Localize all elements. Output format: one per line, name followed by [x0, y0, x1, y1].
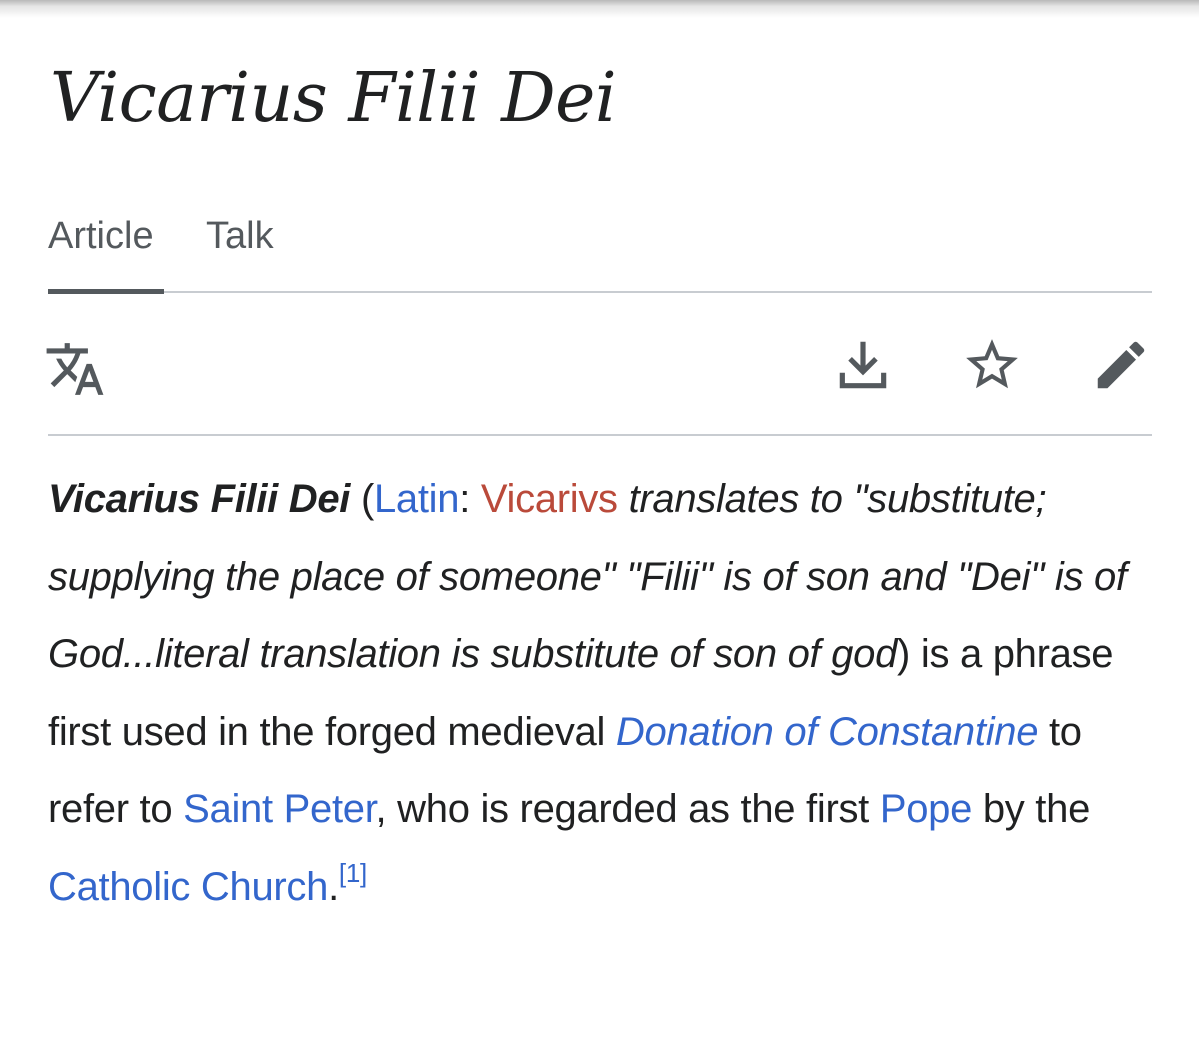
link-saint-peter[interactable]: Saint Peter — [183, 787, 376, 831]
lead-text-period: . — [328, 864, 339, 909]
reference-link[interactable]: [1] — [339, 858, 367, 888]
star-icon[interactable] — [961, 334, 1023, 396]
article-lead-paragraph: Vicarius Filii Dei (Latin: Vicarivs tran… — [48, 461, 1158, 926]
page-title: Vicarius Filii Dei — [50, 59, 617, 138]
lead-text-colon: : — [459, 477, 481, 521]
top-shadow — [0, 0, 1199, 18]
tab-talk[interactable]: Talk — [206, 210, 274, 262]
lead-text-open-paren: ( — [350, 477, 374, 521]
link-pope[interactable]: Pope — [880, 787, 973, 831]
lead-text-by-the: by the — [972, 787, 1091, 831]
page-actions-toolbar — [46, 292, 1152, 436]
language-icon[interactable] — [44, 338, 106, 400]
download-icon[interactable] — [832, 334, 894, 396]
link-vicarivs[interactable]: Vicarivs — [481, 477, 618, 521]
tab-article[interactable]: Article — [48, 210, 154, 262]
lead-text-who: , who is regarded as the first — [375, 787, 880, 831]
link-donation-of-constantine[interactable]: Donation of Constantine — [616, 710, 1039, 754]
pencil-icon[interactable] — [1090, 334, 1152, 396]
link-latin[interactable]: Latin — [374, 477, 460, 521]
article-term: Vicarius Filii Dei — [48, 477, 351, 521]
link-catholic-church[interactable]: Catholic Church — [48, 865, 328, 909]
page-tabs: Article Talk — [48, 210, 1152, 294]
